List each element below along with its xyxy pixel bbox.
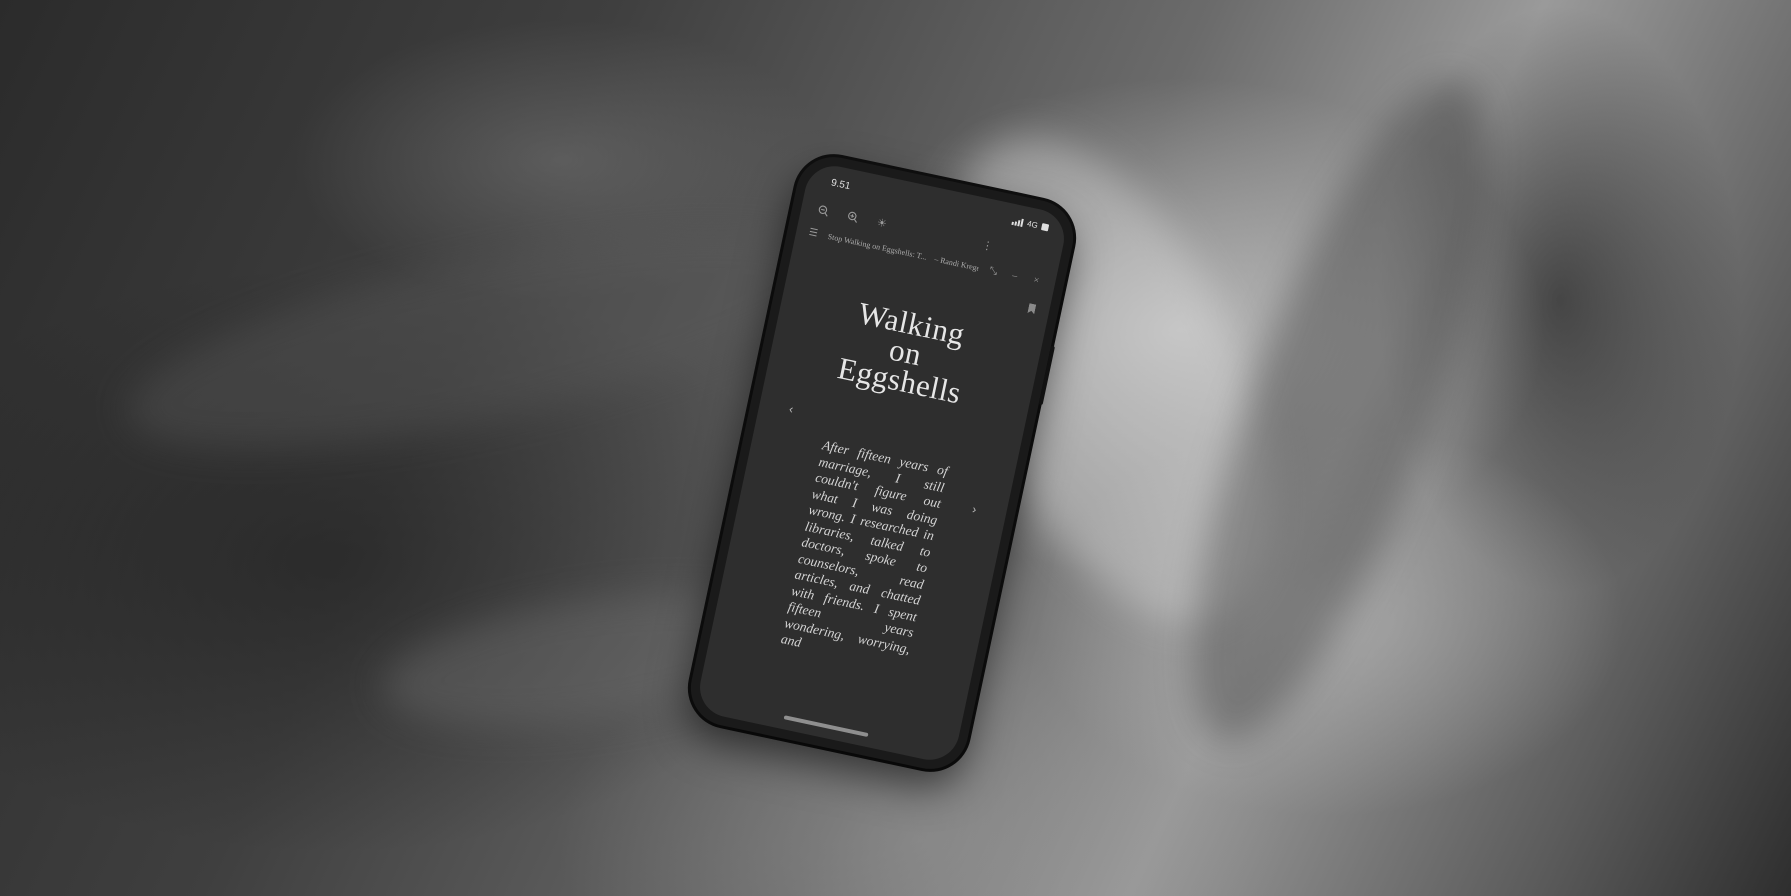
more-vertical-icon[interactable]: ⋮ xyxy=(978,236,997,255)
close-icon[interactable]: × xyxy=(1028,273,1044,287)
book-title: Walking on Eggshells xyxy=(767,282,1043,422)
side-button xyxy=(1038,345,1056,406)
home-indicator[interactable] xyxy=(783,715,869,738)
book-body-text: After fifteen years of marriage, I still… xyxy=(779,437,950,657)
reader-screen: 9.51 4G ☀ ⋮ ☰ Stop Walking on Eggshells:… xyxy=(694,160,1070,766)
zoom-in-icon[interactable] xyxy=(843,207,862,226)
minimize-icon[interactable]: – xyxy=(1007,269,1023,283)
previous-page-button[interactable]: ‹ xyxy=(788,402,795,417)
smartphone: 9.51 4G ☀ ⋮ ☰ Stop Walking on Eggshells:… xyxy=(683,150,1081,776)
network-label: 4G xyxy=(1026,219,1039,231)
phone-body: 9.51 4G ☀ ⋮ ☰ Stop Walking on Eggshells:… xyxy=(683,150,1081,776)
bookmark-icon[interactable] xyxy=(1027,303,1036,314)
next-page-button[interactable]: › xyxy=(971,502,978,517)
zoom-out-icon[interactable] xyxy=(814,201,833,220)
brightness-icon[interactable]: ☀ xyxy=(872,213,891,232)
signal-icon xyxy=(1011,216,1025,227)
status-indicators: 4G xyxy=(1011,216,1050,232)
menu-icon[interactable]: ☰ xyxy=(805,226,821,240)
battery-icon xyxy=(1040,223,1050,232)
fullscreen-icon[interactable]: ⤡ xyxy=(985,264,1001,278)
status-time: 9.51 xyxy=(830,177,852,193)
book-tab-author: – Randi Kreger xyxy=(933,254,980,273)
